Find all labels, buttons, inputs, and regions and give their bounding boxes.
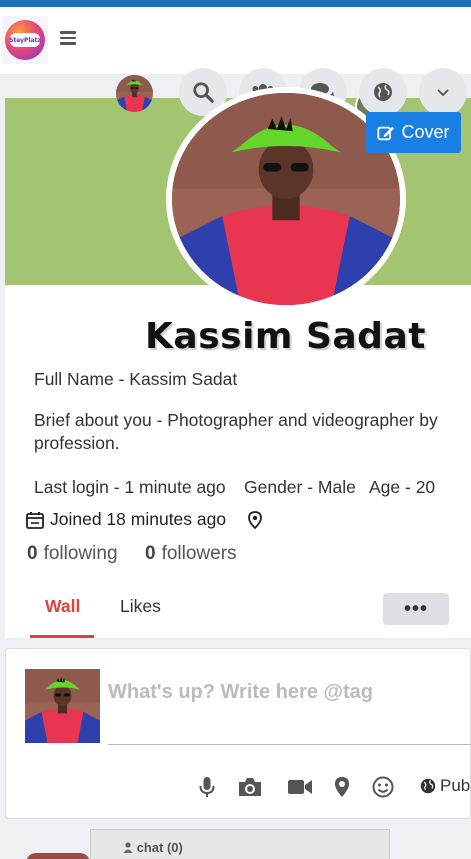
next-post-avatar	[26, 853, 90, 859]
privacy-label: Public	[440, 776, 471, 795]
last-login-text: Last login - 1 minute ago	[34, 477, 226, 497]
followers-label: followers	[161, 543, 237, 564]
location-button[interactable]	[328, 773, 356, 801]
logo-text: StayPlatz	[9, 36, 41, 44]
edit-cover-label: Cover	[401, 122, 450, 142]
photo-button[interactable]	[236, 773, 264, 801]
following-label: following	[43, 543, 118, 564]
search-icon	[193, 82, 214, 103]
logo-badge: StayPlatz	[5, 20, 45, 60]
edit-icon	[377, 126, 395, 140]
joined-row: Joined 18 minutes ago	[26, 509, 262, 530]
globe-icon	[420, 778, 436, 794]
microphone-icon	[199, 777, 215, 797]
privacy-selector[interactable]: Public	[420, 776, 471, 796]
explore-button[interactable]	[359, 68, 407, 116]
smile-icon	[372, 776, 394, 798]
edit-cover-button[interactable]: Cover	[366, 112, 461, 153]
chat-label: chat (0)	[136, 840, 183, 855]
chevron-down-icon	[437, 89, 449, 97]
map-marker-icon	[335, 777, 349, 797]
top-accent-strip	[0, 0, 471, 7]
header: StayPlatz	[0, 7, 471, 74]
nav-user-avatar[interactable]	[116, 75, 153, 112]
calendar-icon	[26, 511, 44, 529]
post-composer: What's up? Write here @tag Public	[5, 648, 471, 819]
tab-wall[interactable]: Wall	[45, 596, 80, 617]
emoji-button[interactable]	[369, 773, 397, 801]
full-name-text: Full Name - Kassim Sadat	[34, 369, 238, 389]
followers-link[interactable]: 0 followers	[145, 543, 237, 565]
post-input[interactable]: What's up? Write here @tag	[108, 681, 471, 745]
video-button[interactable]	[286, 773, 314, 801]
following-count: 0	[27, 543, 38, 564]
gender-text: Gender - Male	[244, 477, 356, 497]
video-camera-icon	[288, 780, 312, 794]
age-text: Age - 20	[369, 477, 436, 497]
chat-bar[interactable]: chat (0)	[90, 829, 390, 859]
brief-text: Brief about you - Photographer and video…	[34, 410, 438, 453]
camera-icon	[239, 778, 261, 796]
followers-count: 0	[145, 543, 156, 564]
joined-text: Joined 18 minutes ago	[50, 509, 227, 529]
site-logo[interactable]: StayPlatz	[2, 16, 48, 64]
location-icon[interactable]	[248, 510, 262, 529]
logo-label: StayPlatz	[9, 33, 41, 47]
voice-button[interactable]	[193, 773, 221, 801]
hamburger-menu-icon[interactable]	[60, 31, 76, 45]
active-tab-indicator	[30, 635, 94, 638]
profile-more-button[interactable]: •••	[383, 593, 449, 625]
profile-name: Kassim Sadat	[145, 316, 426, 357]
user-icon	[123, 842, 133, 853]
composer-avatar	[25, 669, 100, 743]
following-link[interactable]: 0 following	[27, 543, 118, 565]
more-menu-button[interactable]	[419, 68, 467, 116]
tab-likes[interactable]: Likes	[120, 596, 161, 617]
globe-icon	[374, 83, 392, 101]
